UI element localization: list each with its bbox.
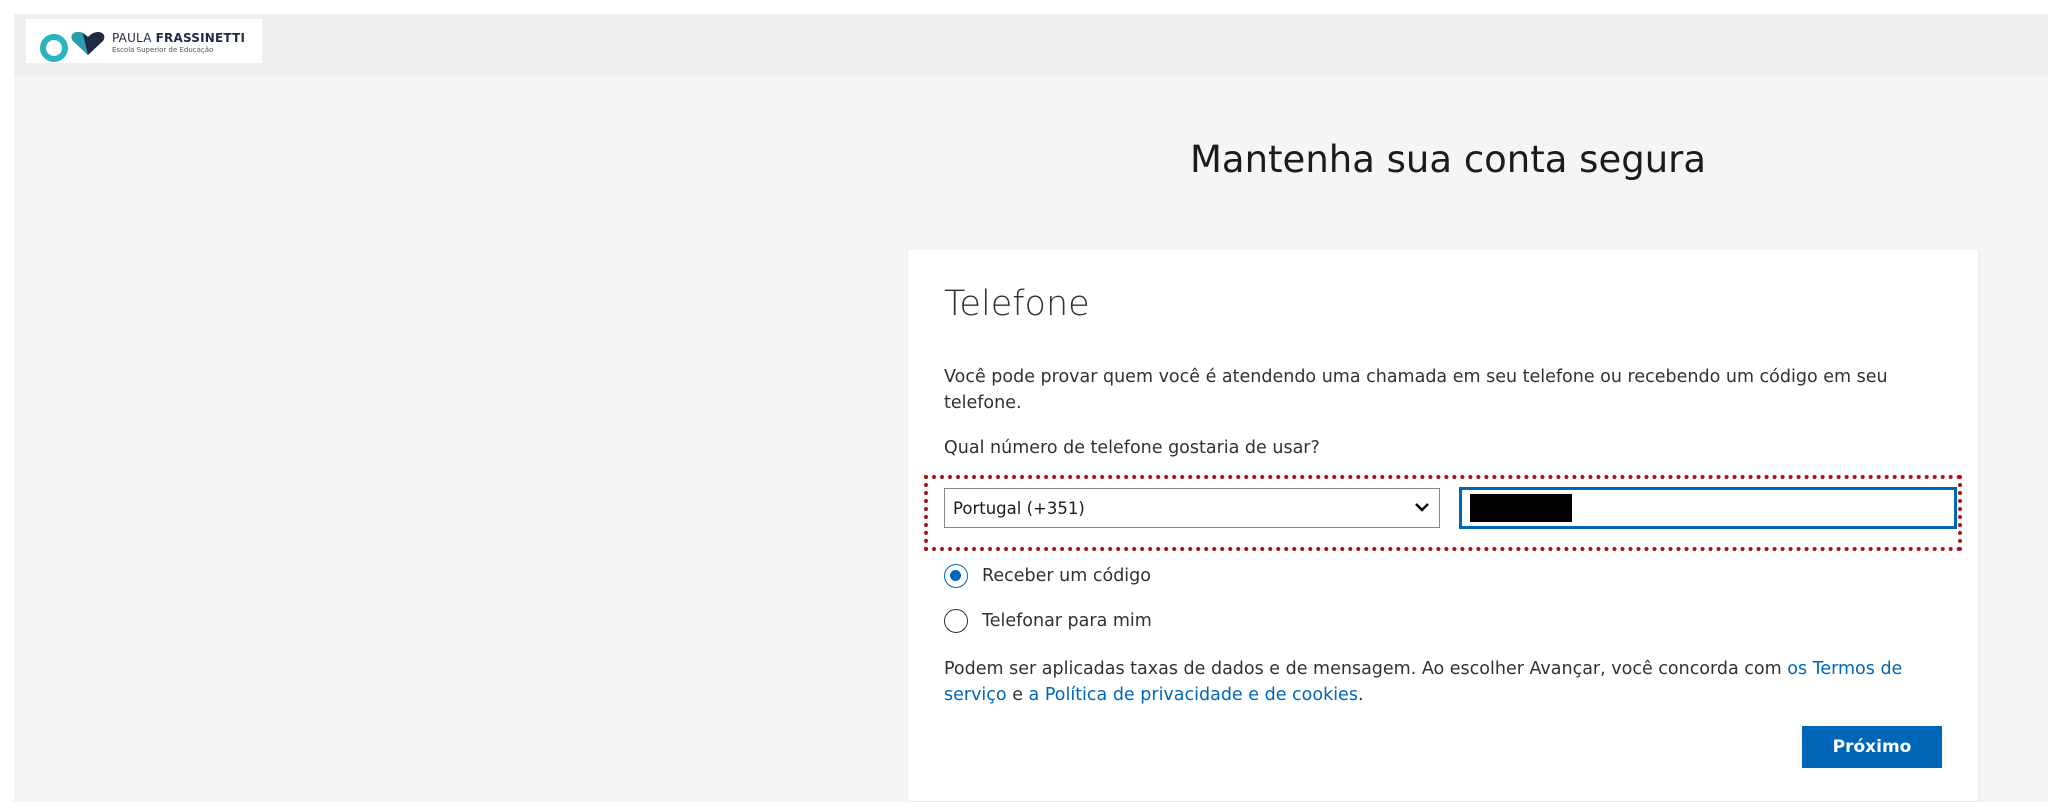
organization-logo: PAULA FRASSINETTI Escola Superior de Edu… [26,19,262,63]
fine-print-end: . [1357,685,1364,705]
radio-call-me[interactable] [944,609,968,633]
fine-print-and: e [1006,685,1029,705]
fine-print: Podem ser aplicadas taxas de dados e de … [944,656,1954,708]
brand-name-light: PAULA [112,31,152,45]
phone-number-input[interactable] [1459,487,1957,529]
phone-setup-card: Telefone Você pode provar quem você é at… [908,250,1978,801]
option-receive-code-label: Receber um código [982,566,1151,586]
option-call-me[interactable]: Telefonar para mim [944,606,1152,636]
card-description: Você pode provar quem você é atendendo u… [944,367,1888,413]
option-receive-code[interactable]: Receber um código [944,561,1151,591]
phone-question-label: Qual número de telefone gostaria de usar… [944,438,1320,458]
option-call-me-label: Telefonar para mim [982,611,1152,631]
redacted-phone-number [1470,494,1572,522]
privacy-policy-link[interactable]: a Política de privacidade e de cookies [1029,685,1358,705]
fine-print-text: Podem ser aplicadas taxas de dados e de … [944,659,1788,679]
top-bar: PAULA FRASSINETTI Escola Superior de Edu… [14,14,2048,76]
page-frame: PAULA FRASSINETTI Escola Superior de Edu… [14,14,2048,802]
card-heading: Telefone [944,284,1090,324]
chevron-down-icon [1415,503,1429,512]
logo-circle-icon [40,34,68,62]
brand-tagline: Escola Superior de Educação [112,46,214,54]
brand-name-bold: FRASSINETTI [155,31,246,45]
brand-name: PAULA FRASSINETTI [112,31,245,45]
next-button[interactable]: Próximo [1802,726,1942,768]
radio-receive-code[interactable] [944,564,968,588]
country-code-value: Portugal (+351) [953,499,1085,518]
logo-heart-icon [71,32,105,55]
country-code-select[interactable]: Portugal (+351) [944,488,1440,528]
page-title: Mantenha sua conta segura [1190,138,1707,181]
